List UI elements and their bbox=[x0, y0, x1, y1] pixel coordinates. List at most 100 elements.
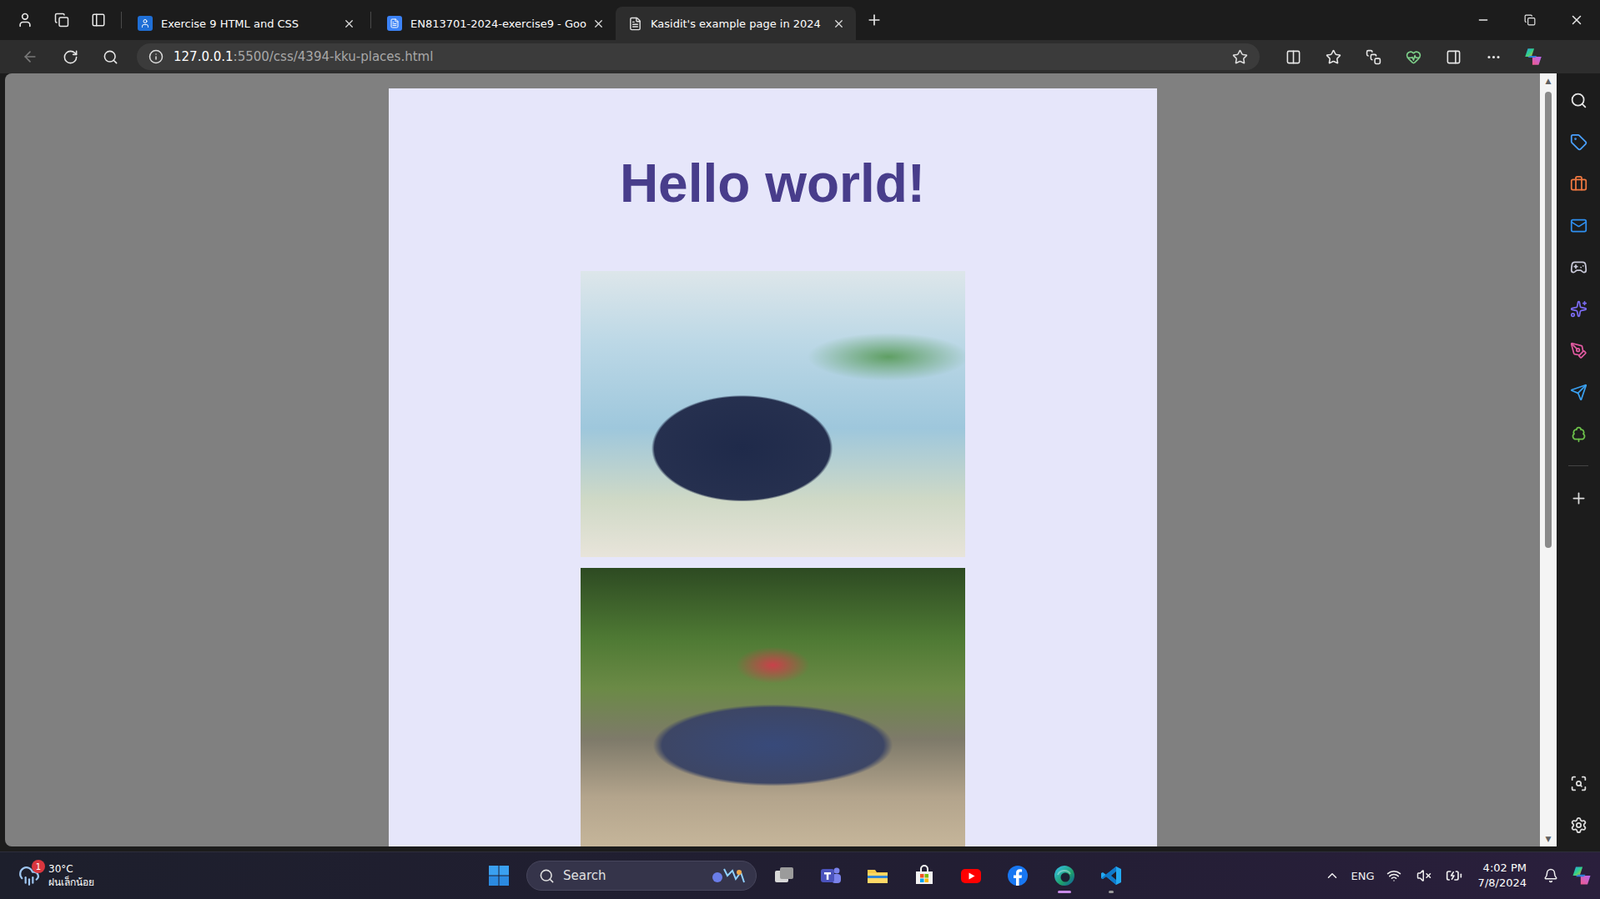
wifi-icon[interactable] bbox=[1386, 868, 1402, 884]
favorites-icon[interactable] bbox=[1325, 49, 1342, 66]
sidebar-button[interactable] bbox=[1563, 126, 1594, 157]
restore-icon[interactable] bbox=[1524, 14, 1536, 26]
youtube-icon[interactable] bbox=[959, 864, 983, 888]
hidden-icons-button[interactable] bbox=[1321, 859, 1344, 893]
vertical-tabs-icon[interactable] bbox=[90, 12, 106, 28]
language-indicator[interactable]: ENG bbox=[1351, 859, 1375, 893]
copilot-taskbar-button[interactable] bbox=[1569, 859, 1594, 893]
chevron-up-icon[interactable] bbox=[1324, 868, 1340, 884]
vertical-tabs-button[interactable] bbox=[80, 3, 117, 37]
search-button[interactable] bbox=[91, 42, 129, 71]
browser-tab[interactable]: Kasidit's example page in 2024 bbox=[615, 6, 856, 41]
microsoft-store-icon[interactable] bbox=[912, 864, 936, 888]
close-window-button[interactable] bbox=[1553, 0, 1600, 41]
scroll-down-button[interactable]: ▼ bbox=[1539, 831, 1557, 847]
sidebar-button[interactable] bbox=[1563, 85, 1594, 116]
sidebar-button[interactable] bbox=[1563, 168, 1594, 199]
sidebar-button[interactable] bbox=[1563, 377, 1594, 408]
scroll-up-button[interactable]: ▲ bbox=[1539, 73, 1557, 89]
gear-icon[interactable] bbox=[1569, 816, 1588, 835]
add-sidebar-app-button[interactable] bbox=[1563, 483, 1594, 514]
screenshot-button[interactable] bbox=[1563, 768, 1594, 799]
send-icon[interactable] bbox=[1569, 383, 1588, 402]
taskbar-app[interactable] bbox=[951, 856, 991, 896]
taskbar-search[interactable]: Search bbox=[526, 860, 757, 891]
tab-close-button[interactable] bbox=[588, 14, 608, 33]
sidebar-button[interactable] bbox=[1563, 293, 1594, 324]
scrollbar[interactable]: ▲▼ bbox=[1539, 73, 1557, 847]
panel-icon[interactable] bbox=[1445, 49, 1462, 66]
browser-essentials-button[interactable] bbox=[1394, 42, 1432, 71]
file-explorer-icon[interactable] bbox=[865, 864, 890, 888]
heart-pulse-icon[interactable] bbox=[1405, 49, 1422, 66]
taskbar-app[interactable] bbox=[1045, 856, 1084, 896]
briefcase-icon[interactable] bbox=[1569, 175, 1588, 193]
browser-tab[interactable]: EN813701-2024-exercise9 - Goo bbox=[375, 6, 616, 41]
games-icon[interactable] bbox=[1569, 258, 1588, 277]
taskbar-app[interactable] bbox=[764, 856, 804, 896]
tree-icon[interactable] bbox=[1569, 425, 1588, 443]
vscode-icon[interactable] bbox=[1099, 864, 1123, 888]
address-bar[interactable]: 127.0.0.1:5500/css/4394-kku-places.html bbox=[136, 43, 1260, 71]
weather-widget[interactable]: 130°Cฝนเล็กน้อย bbox=[16, 862, 95, 890]
scroll-thumb[interactable] bbox=[1544, 91, 1552, 549]
sidebar-toggle-button[interactable] bbox=[1434, 42, 1472, 71]
facebook-icon[interactable] bbox=[1006, 864, 1030, 888]
close-window-icon[interactable] bbox=[1569, 12, 1585, 28]
url[interactable]: 127.0.0.1:5500/css/4394-kku-places.html bbox=[173, 49, 1223, 65]
designer-icon[interactable] bbox=[1569, 342, 1588, 360]
clock[interactable]: 4:02 PM7/8/2024 bbox=[1473, 860, 1532, 891]
sidebar-settings-button[interactable] bbox=[1563, 810, 1594, 841]
back-arrow-icon[interactable] bbox=[21, 48, 39, 66]
plus-icon[interactable] bbox=[865, 11, 883, 29]
muted-speaker-icon[interactable] bbox=[1416, 868, 1432, 884]
taskbar-app[interactable] bbox=[811, 856, 851, 896]
scan-icon[interactable] bbox=[1569, 774, 1588, 793]
sidebar-button[interactable] bbox=[1563, 335, 1594, 366]
search-icon[interactable] bbox=[538, 868, 555, 885]
edge-icon[interactable] bbox=[1052, 864, 1077, 888]
windows-logo-icon[interactable] bbox=[488, 865, 510, 887]
sidebar-button[interactable] bbox=[1563, 251, 1594, 282]
network-button[interactable] bbox=[1383, 859, 1405, 893]
close-icon[interactable] bbox=[592, 17, 605, 31]
start-button[interactable] bbox=[479, 856, 519, 896]
volume-button[interactable] bbox=[1413, 859, 1435, 893]
minimize-button[interactable] bbox=[1459, 0, 1507, 41]
tab-close-button[interactable] bbox=[829, 14, 848, 33]
notifications-button[interactable] bbox=[1539, 859, 1562, 893]
collections-button[interactable] bbox=[1354, 42, 1392, 71]
taskbar-app[interactable] bbox=[858, 856, 897, 896]
split-screen-button[interactable] bbox=[1274, 42, 1312, 71]
battery-icon[interactable] bbox=[1445, 867, 1463, 885]
battery-button[interactable] bbox=[1443, 859, 1465, 893]
split-screen-icon[interactable] bbox=[1285, 49, 1302, 66]
favorite-star-icon[interactable] bbox=[1232, 49, 1248, 66]
workspaces-icon[interactable] bbox=[54, 12, 70, 28]
restore-button[interactable] bbox=[1506, 0, 1554, 41]
browser-tab[interactable]: Exercise 9 HTML and CSS bbox=[125, 6, 367, 41]
task-view-icon[interactable] bbox=[772, 864, 796, 888]
tab-close-button[interactable] bbox=[339, 14, 358, 33]
refresh-icon[interactable] bbox=[62, 49, 79, 66]
more-button[interactable] bbox=[1474, 42, 1512, 71]
workspaces-button[interactable] bbox=[43, 3, 81, 37]
plus-icon[interactable] bbox=[1569, 489, 1588, 508]
favorites-button[interactable] bbox=[1314, 42, 1352, 71]
close-icon[interactable] bbox=[832, 17, 846, 31]
copilot-toolbar-icon[interactable] bbox=[1522, 45, 1545, 68]
copilot-button[interactable] bbox=[1514, 42, 1552, 71]
profile-icon[interactable] bbox=[16, 11, 34, 29]
taskbar-app[interactable] bbox=[1091, 856, 1131, 896]
outlook-icon[interactable] bbox=[1569, 216, 1588, 235]
minimize-icon[interactable] bbox=[1476, 13, 1490, 27]
scroll-track[interactable] bbox=[1539, 88, 1557, 832]
back-button[interactable] bbox=[11, 42, 49, 71]
close-icon[interactable] bbox=[342, 17, 356, 31]
collections-icon[interactable] bbox=[1365, 49, 1382, 66]
search-icon[interactable] bbox=[102, 49, 119, 66]
more-icon[interactable] bbox=[1485, 49, 1502, 66]
info-icon[interactable] bbox=[148, 49, 164, 65]
new-tab-button[interactable] bbox=[855, 3, 893, 37]
taskbar-app[interactable] bbox=[998, 856, 1037, 896]
